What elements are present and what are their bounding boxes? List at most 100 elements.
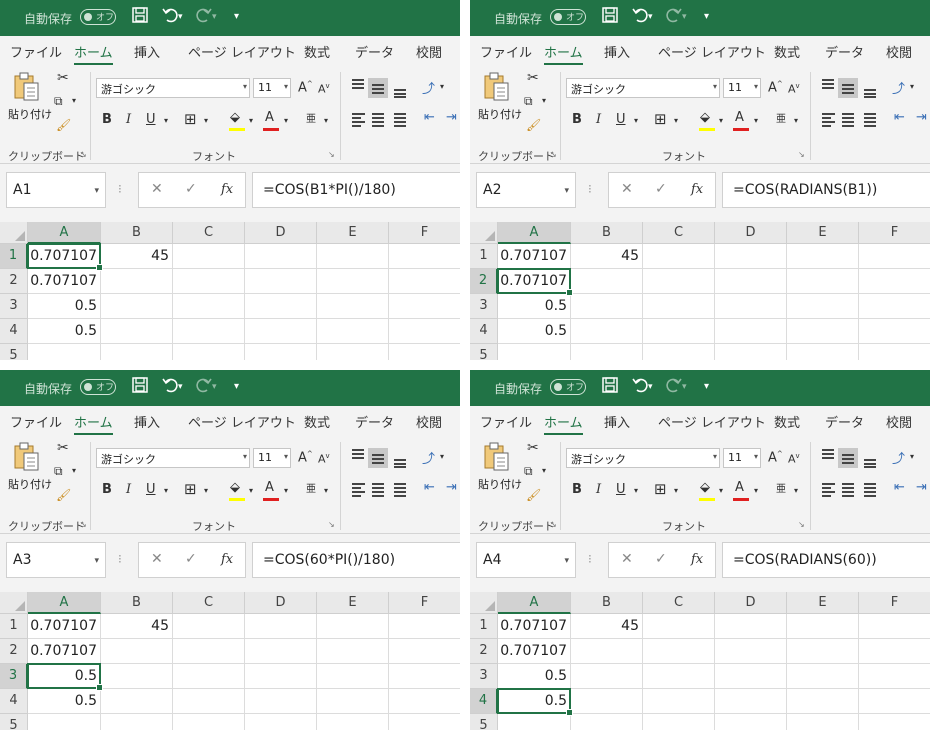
cell-B5[interactable] — [571, 714, 643, 730]
cell-A3[interactable]: 0.5 — [498, 664, 571, 689]
tab-5[interactable]: データ — [355, 412, 394, 431]
orientation-icon[interactable]: ⤴ — [892, 78, 905, 97]
tab-5[interactable]: データ — [355, 42, 394, 61]
row-header-3[interactable]: 3 — [0, 294, 28, 319]
phonetic-guide-icon[interactable]: 亜 — [776, 110, 786, 125]
clipboard-paste-icon[interactable] — [484, 442, 510, 472]
cell-E1[interactable] — [317, 614, 389, 639]
font-size-select[interactable]: 11 ▾ — [253, 78, 291, 98]
tab-1[interactable]: ホーム — [74, 412, 113, 435]
formula-bar-grip-icon[interactable]: ⁝ — [588, 182, 592, 196]
cell-B4[interactable] — [101, 319, 173, 344]
row-header-1[interactable]: 1 — [470, 614, 498, 639]
cell-F1[interactable] — [389, 614, 460, 639]
name-box[interactable]: A2 ▾ — [476, 172, 576, 208]
align-center-icon[interactable] — [838, 478, 858, 498]
font-name-select[interactable]: 游ゴシック ▾ — [566, 448, 720, 468]
insert-function-icon[interactable]: fx — [691, 182, 703, 197]
column-header-C[interactable]: C — [643, 222, 715, 244]
cell-A3[interactable]: 0.5 — [498, 294, 571, 319]
cell-A2[interactable]: 0.707107 — [28, 639, 101, 664]
cell-C4[interactable] — [643, 319, 715, 344]
cell-C2[interactable] — [643, 639, 715, 664]
cell-E3[interactable] — [317, 294, 389, 319]
font-name-select[interactable]: 游ゴシック ▾ — [96, 448, 250, 468]
tab-0[interactable]: ファイル — [10, 42, 62, 61]
column-header-C[interactable]: C — [643, 592, 715, 614]
tab-6[interactable]: 校閲 — [886, 412, 912, 431]
name-box[interactable]: A1 ▾ — [6, 172, 106, 208]
cell-B1[interactable]: 45 — [101, 614, 173, 639]
column-header-F[interactable]: F — [859, 222, 930, 244]
formula-input[interactable]: =COS(60*PI()/180) — [252, 542, 460, 578]
column-header-A[interactable]: A — [28, 222, 101, 244]
cell-D2[interactable] — [715, 639, 787, 664]
cell-A5[interactable] — [498, 714, 571, 730]
cell-C3[interactable] — [173, 294, 245, 319]
insert-function-icon[interactable]: fx — [221, 182, 233, 197]
cell-E2[interactable] — [787, 269, 859, 294]
cell-C1[interactable] — [643, 244, 715, 269]
cell-E3[interactable] — [787, 664, 859, 689]
increase-indent-icon[interactable]: ⇥ — [446, 480, 457, 495]
row-header-2[interactable]: 2 — [470, 269, 498, 294]
fill-color-icon[interactable]: ⬙ — [700, 110, 710, 125]
undo-icon[interactable] — [632, 377, 648, 393]
cell-B3[interactable] — [101, 664, 173, 689]
underline-dropdown-icon[interactable]: ▾ — [164, 486, 168, 495]
cut-icon[interactable]: ✂ — [527, 70, 539, 86]
copy-dropdown-icon[interactable]: ▾ — [72, 466, 76, 475]
align-left-icon[interactable] — [348, 108, 368, 128]
underline-dropdown-icon[interactable]: ▾ — [164, 116, 168, 125]
copy-icon[interactable]: ⧉ — [524, 94, 533, 109]
tab-4[interactable]: 数式 — [774, 42, 800, 61]
enter-icon[interactable]: ✓ — [655, 551, 667, 567]
undo-dropdown-icon[interactable]: ▾ — [648, 7, 653, 27]
cell-C4[interactable] — [643, 689, 715, 714]
decrease-indent-icon[interactable]: ⇤ — [424, 480, 435, 495]
align-top-icon[interactable] — [818, 78, 838, 98]
cell-F1[interactable] — [389, 244, 460, 269]
underline-button[interactable]: U — [616, 112, 626, 127]
fill-color-icon[interactable]: ⬙ — [230, 110, 240, 125]
cell-B5[interactable] — [101, 344, 173, 360]
cell-A2[interactable]: 0.707107 — [28, 269, 101, 294]
orientation-dropdown-icon[interactable]: ▾ — [910, 82, 914, 91]
cell-D3[interactable] — [245, 294, 317, 319]
fill-color-dropdown-icon[interactable]: ▾ — [719, 116, 723, 125]
cell-F3[interactable] — [389, 294, 460, 319]
formula-bar-grip-icon[interactable]: ⁝ — [118, 552, 122, 566]
row-header-5[interactable]: 5 — [470, 344, 498, 360]
paste-label[interactable]: 貼り付け — [478, 476, 522, 492]
align-bottom-icon[interactable] — [390, 78, 410, 98]
tab-1[interactable]: ホーム — [544, 42, 583, 65]
cell-A3[interactable]: 0.5 — [28, 664, 101, 689]
align-top-icon[interactable] — [348, 448, 368, 468]
cell-D1[interactable] — [245, 614, 317, 639]
cell-F5[interactable] — [859, 714, 930, 730]
grow-font-icon[interactable]: A^ — [768, 450, 783, 465]
cell-C5[interactable] — [643, 344, 715, 360]
align-right-icon[interactable] — [860, 478, 880, 498]
formula-bar-grip-icon[interactable]: ⁝ — [118, 182, 122, 196]
tab-4[interactable]: 数式 — [304, 412, 330, 431]
align-left-icon[interactable] — [818, 108, 838, 128]
bold-button[interactable]: B — [102, 112, 112, 127]
cell-A2[interactable]: 0.707107 — [498, 269, 571, 294]
borders-icon[interactable]: ⊞ — [184, 480, 197, 498]
tab-2[interactable]: 挿入 — [134, 412, 160, 431]
cell-D1[interactable] — [715, 614, 787, 639]
row-header-4[interactable]: 4 — [470, 319, 498, 344]
grow-font-icon[interactable]: A^ — [298, 80, 313, 95]
phonetic-dropdown-icon[interactable]: ▾ — [324, 486, 328, 495]
cell-D4[interactable] — [245, 319, 317, 344]
borders-icon[interactable]: ⊞ — [184, 110, 197, 128]
tab-2[interactable]: 挿入 — [604, 42, 630, 61]
cell-C1[interactable] — [173, 244, 245, 269]
save-icon[interactable] — [602, 7, 618, 23]
copy-dropdown-icon[interactable]: ▾ — [542, 96, 546, 105]
column-header-D[interactable]: D — [715, 592, 787, 614]
cell-C5[interactable] — [173, 344, 245, 360]
font-name-select[interactable]: 游ゴシック ▾ — [96, 78, 250, 98]
undo-icon[interactable] — [162, 7, 178, 23]
